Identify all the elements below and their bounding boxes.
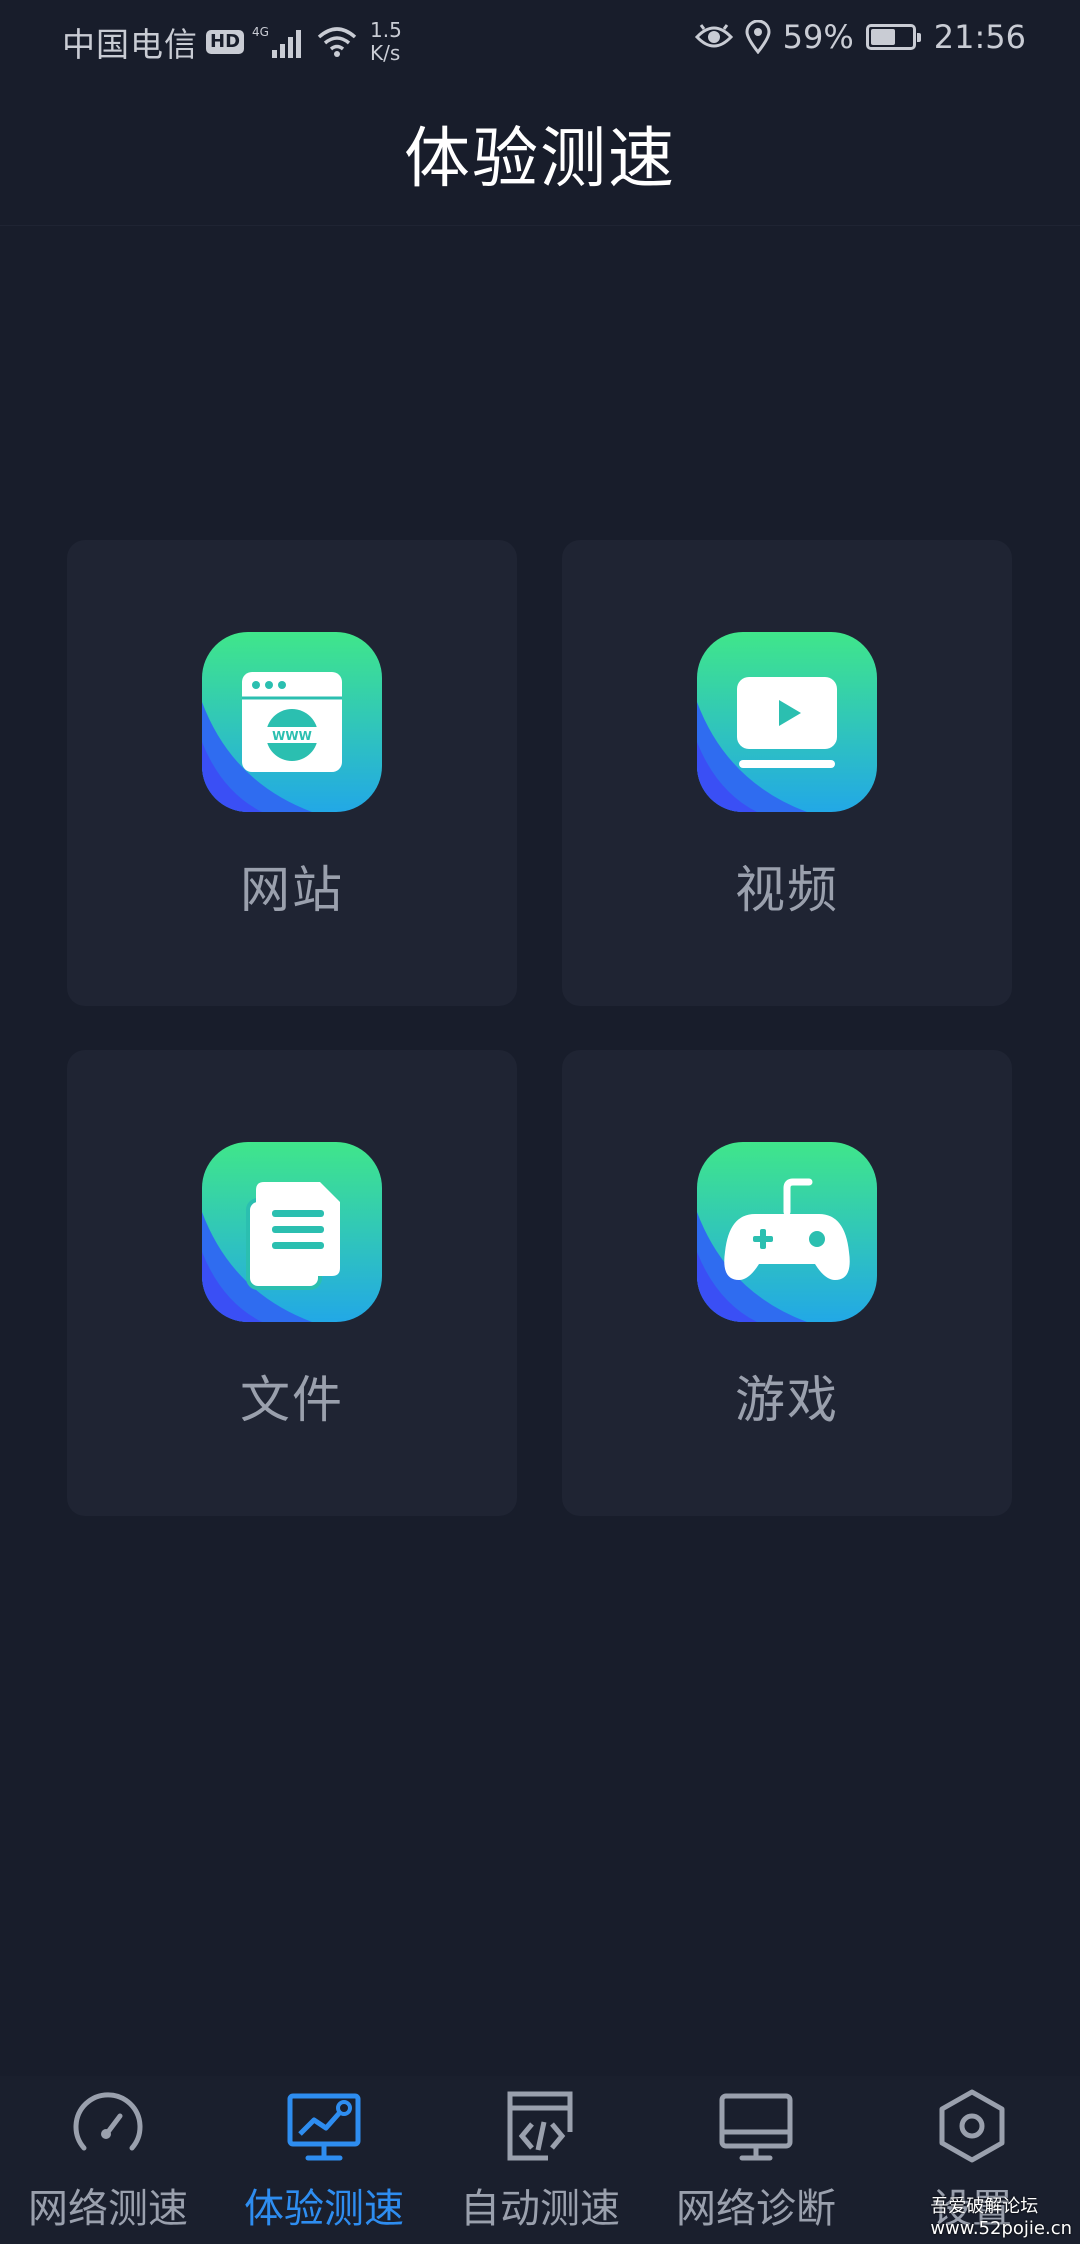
battery-icon [865, 24, 921, 50]
chart-monitor-icon [287, 2093, 361, 2161]
card-video[interactable]: 视频 [562, 540, 1012, 1006]
status-bar: 中国电信 HD 4G 1.5 K/s 59% 21:56 [0, 0, 1080, 80]
page-header: 体验测速 [0, 80, 1080, 226]
file-icon [202, 1142, 382, 1322]
location-icon [745, 20, 771, 54]
monitor-icon [719, 2093, 793, 2161]
card-label-website: 网站 [240, 861, 344, 919]
network-speed-unit: K/s [370, 41, 401, 65]
nav-label: 体验测速 [244, 2186, 404, 2232]
code-window-icon [507, 2091, 573, 2161]
card-label-file: 文件 [240, 1371, 344, 1429]
svg-text:WWW: WWW [272, 729, 312, 743]
nav-label: 网络诊断 [676, 2186, 836, 2232]
card-game[interactable]: 游戏 [562, 1050, 1012, 1516]
card-label-video: 视频 [735, 861, 839, 919]
status-bar-left: 中国电信 HD 4G 1.5 K/s [62, 18, 402, 66]
hexagon-settings-icon [939, 2089, 1005, 2163]
speedometer-icon [73, 2092, 143, 2151]
watermark-line2: www.52pojie.cn [930, 2218, 1072, 2239]
card-website[interactable]: WWW 网站 [67, 540, 517, 1006]
app-screen: 中国电信 HD 4G 1.5 K/s 59% 21:56 体验测速 WWW 网站… [0, 0, 1080, 2244]
clock-time: 21:56 [933, 18, 1026, 56]
nav-item-network-diagnosis[interactable]: 网络诊断 [648, 2076, 864, 2244]
watermark-line1: 吾爱破解论坛 [930, 2196, 1039, 2217]
nav-label: 自动测速 [460, 2186, 620, 2232]
game-icon [697, 1142, 877, 1322]
carrier-name: 中国电信 [62, 25, 198, 64]
nav-item-experience-speed[interactable]: 体验测速 [216, 2076, 432, 2244]
nav-label: 网络测速 [28, 2186, 188, 2232]
video-icon [697, 632, 877, 812]
nav-item-network-speed[interactable]: 网络测速 [0, 2076, 216, 2244]
hd-badge: HD [206, 30, 245, 54]
card-label-game: 游戏 [735, 1371, 839, 1429]
network-speed-value: 1.5 [370, 18, 402, 42]
card-file[interactable]: 文件 [67, 1050, 517, 1516]
website-icon: WWW [202, 632, 382, 812]
wifi-icon [317, 27, 357, 57]
nav-item-auto-speed[interactable]: 自动测速 [432, 2076, 648, 2244]
svg-text:4G: 4G [252, 25, 269, 39]
signal-icon: 4G [252, 25, 302, 58]
watermark: 吾爱破解论坛 www.52pojie.cn [930, 2196, 1072, 2240]
network-speed: 1.5 K/s [370, 19, 402, 65]
eye-icon [694, 24, 733, 48]
status-bar-right: 59% 21:56 [694, 18, 1026, 56]
page-title: 体验测速 [404, 119, 676, 197]
battery-fill [870, 29, 895, 45]
bottom-nav: 网络测速 体验测速 自动测速 网络诊断 设置 [0, 2076, 1080, 2244]
battery-percent: 59% [782, 18, 854, 56]
